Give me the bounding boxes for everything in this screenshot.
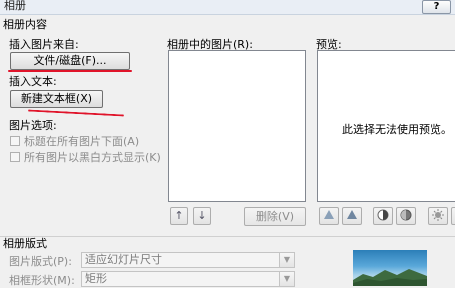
option-captions-below[interactable]: 标题在所有图片下面(A) — [10, 133, 139, 149]
arrow-up-icon: ↑ — [174, 209, 184, 222]
window-title: 相册 — [4, 0, 26, 12]
layout-preview-thumbnail — [353, 250, 427, 286]
move-up-button[interactable]: ↑ — [170, 207, 188, 225]
contrast-up-button[interactable] — [373, 207, 393, 225]
picture-layout-label: 图片版式(P): — [9, 255, 72, 268]
chevron-down-icon: ▼ — [279, 272, 294, 286]
option-black-white[interactable]: 所有图片以黑白方式显示(K) — [10, 149, 161, 165]
brightness-down-button[interactable] — [451, 207, 455, 225]
picture-layout-select[interactable]: 适应幻灯片尺寸 ▼ — [81, 252, 295, 268]
brightness-button[interactable] — [428, 207, 448, 225]
option-label: 标题在所有图片下面(A) — [24, 135, 140, 148]
rotate-right-icon — [347, 210, 357, 219]
chevron-down-icon: ▼ — [279, 253, 294, 267]
help-button[interactable]: ? — [422, 0, 451, 14]
arrow-down-icon: ↓ — [197, 209, 207, 222]
picture-layout-value: 适应幻灯片尺寸 — [85, 253, 162, 266]
album-layout-heading: 相册版式 — [3, 237, 47, 250]
remove-button[interactable]: 删除(V) — [244, 207, 306, 226]
contrast-down-button[interactable] — [396, 207, 416, 225]
option-label: 所有图片以黑白方式显示(K) — [24, 151, 161, 164]
insert-text-label: 插入文本: — [9, 75, 57, 88]
frame-shape-select[interactable]: 矩形 ▼ — [81, 271, 295, 287]
insert-from-label: 插入图片来自: — [9, 38, 79, 51]
red-underline-annotation — [8, 70, 132, 72]
preview-message: 此选择无法使用预览。 — [342, 123, 452, 136]
frame-shape-value: 矩形 — [85, 272, 107, 285]
rotate-left-icon — [324, 210, 334, 219]
red-underline-annotation — [28, 109, 124, 117]
checkbox[interactable] — [10, 136, 20, 146]
new-textbox-button[interactable]: 新建文本框(X) — [10, 90, 103, 108]
pictures-list[interactable] — [168, 50, 306, 202]
brightness-up-icon — [432, 209, 444, 221]
checkbox[interactable] — [10, 152, 20, 162]
landscape-image — [353, 269, 427, 286]
album-content-heading: 相册内容 — [3, 18, 47, 31]
picture-options-label: 图片选项: — [9, 119, 57, 132]
contrast-down-icon — [400, 209, 412, 221]
contrast-up-icon — [377, 209, 389, 221]
rotate-left-button[interactable] — [319, 207, 339, 225]
move-down-button[interactable]: ↓ — [193, 207, 211, 225]
title-bar — [0, 0, 455, 15]
preview-pane: 此选择无法使用预览。 — [317, 50, 455, 202]
rotate-right-button[interactable] — [342, 207, 362, 225]
file-disk-button[interactable]: 文件/磁盘(F)... — [10, 52, 130, 70]
divider — [0, 236, 455, 237]
